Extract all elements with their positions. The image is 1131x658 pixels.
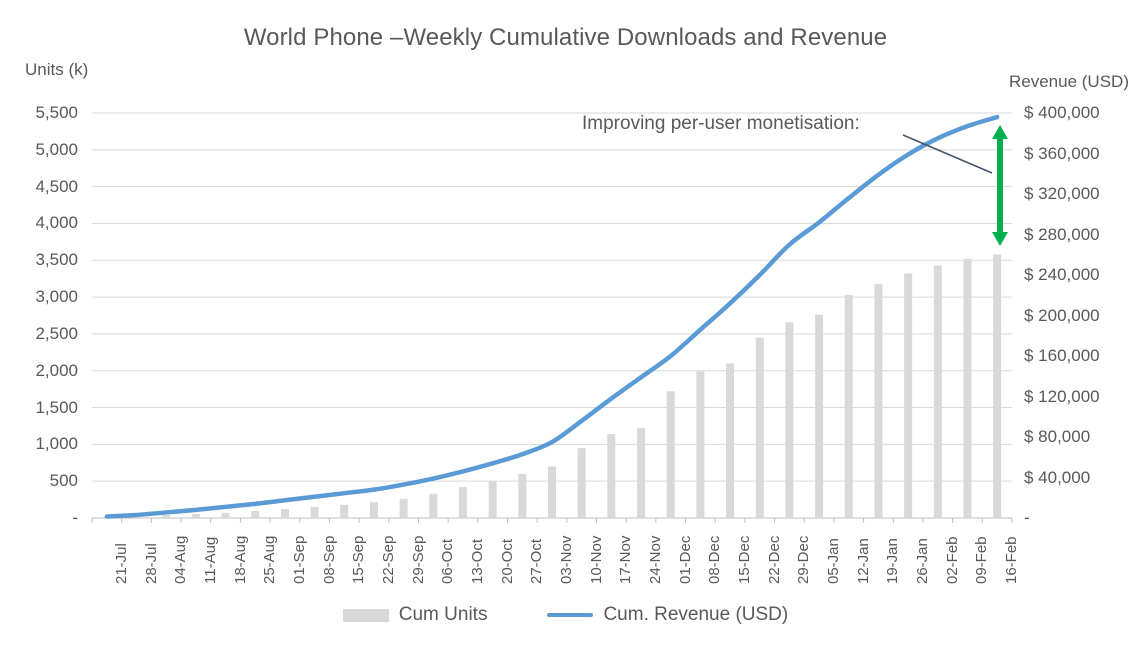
bar-cum-units bbox=[191, 513, 200, 518]
left-axis-tick-label: 5,000 bbox=[35, 139, 78, 159]
x-axis-tick-label: 27-Oct bbox=[528, 538, 546, 584]
x-axis-tick-label: 10-Nov bbox=[587, 535, 605, 584]
left-axis-tick-label: 1,000 bbox=[35, 434, 78, 454]
bar-cum-units bbox=[340, 504, 349, 518]
x-axis-tick-label: 19-Jan bbox=[884, 538, 902, 584]
bar-cum-units bbox=[874, 283, 883, 518]
left-axis-tick-label: 1,500 bbox=[35, 397, 78, 417]
bar-cum-units bbox=[696, 371, 705, 518]
left-axis-tick-label: 4,500 bbox=[35, 176, 78, 196]
x-axis-tick-label: 22-Sep bbox=[379, 535, 397, 584]
annotation-leader-line bbox=[902, 134, 993, 174]
x-axis-tick-label: 11-Aug bbox=[201, 536, 219, 584]
bar-cum-units bbox=[488, 481, 497, 518]
bar-cum-units bbox=[577, 448, 586, 518]
bar-swatch-icon bbox=[342, 608, 389, 622]
x-axis-tick-label: 18-Aug bbox=[231, 535, 249, 584]
bar-cum-units bbox=[518, 473, 527, 518]
x-axis-tick-label: 25-Aug bbox=[261, 535, 279, 584]
bar-cum-units bbox=[726, 363, 735, 518]
bar-cum-units bbox=[280, 509, 289, 518]
legend-item-cum-revenue[interactable]: Cum. Revenue (USD) bbox=[547, 604, 788, 626]
x-axis-tick-label: 15-Dec bbox=[736, 535, 754, 584]
legend-label-cum-units: Cum Units bbox=[398, 604, 488, 625]
x-axis-tick-label: 01-Dec bbox=[676, 535, 694, 584]
bar-cum-units bbox=[162, 515, 171, 518]
right-axis-tick-label: $ 80,000 bbox=[1024, 427, 1091, 446]
left-axis-tick-label: 5,500 bbox=[35, 103, 78, 122]
left-axis-tick-label: 3,000 bbox=[35, 287, 78, 307]
bar-cum-units bbox=[607, 434, 616, 518]
bar-cum-units bbox=[548, 466, 556, 518]
x-axis-tick-label: 28-Jul bbox=[142, 543, 160, 584]
right-axis-tick-label: $ 200,000 bbox=[1024, 305, 1100, 325]
x-axis-tick-label: 20-Oct bbox=[498, 538, 516, 584]
right-axis-tick-label: $ 280,000 bbox=[1024, 224, 1100, 244]
x-axis-tick-label: 08-Sep bbox=[320, 535, 338, 584]
x-axis-tick-label: 29-Sep bbox=[409, 535, 427, 584]
right-axis-tick-label: $ 160,000 bbox=[1024, 346, 1100, 365]
bar-cum-units bbox=[310, 506, 319, 518]
monetisation-gap-arrow-head-up bbox=[992, 125, 1008, 139]
x-axis-tick-label: 17-Nov bbox=[617, 535, 635, 584]
x-axis-tick-label: 29-Dec bbox=[795, 535, 813, 584]
bar-cum-units bbox=[904, 273, 913, 518]
left-axis-tick-label: 4,000 bbox=[35, 213, 78, 233]
x-axis-tick-label: 16-Feb bbox=[1003, 536, 1021, 584]
left-axis-tick-label: - bbox=[72, 508, 78, 527]
left-axis-tick-label: 2,000 bbox=[35, 360, 78, 380]
right-axis-tick-label: $ 360,000 bbox=[1024, 143, 1100, 163]
x-axis-tick-label: 24-Nov bbox=[647, 535, 665, 584]
bar-cum-units bbox=[221, 512, 230, 518]
right-axis-tick-label: $ 120,000 bbox=[1024, 386, 1100, 406]
x-axis-tick-label: 12-Jan bbox=[854, 538, 872, 584]
bar-cum-units bbox=[458, 487, 467, 518]
x-axis-tick-label: 01-Sep bbox=[290, 535, 308, 584]
bar-cum-units bbox=[429, 493, 438, 518]
x-axis-tick-label: 13-Oct bbox=[468, 538, 486, 584]
monetisation-gap-arrow-head-down bbox=[992, 232, 1008, 246]
legend-label-cum-revenue: Cum. Revenue (USD) bbox=[603, 604, 789, 625]
left-axis-tick-label: 500 bbox=[49, 471, 78, 491]
left-axis-tick-label: 3,500 bbox=[35, 250, 78, 270]
right-axis-tick-label: $ 400,000 bbox=[1024, 103, 1100, 122]
bar-cum-units bbox=[785, 322, 794, 518]
chart-container: World Phone –Weekly Cumulative Downloads… bbox=[0, 0, 1131, 658]
bar-cum-units bbox=[251, 511, 260, 518]
bar-cum-units bbox=[815, 314, 824, 518]
bar-cum-units bbox=[666, 391, 675, 518]
x-axis-tick-label: 22-Dec bbox=[765, 535, 783, 584]
x-axis-tick-label: 05-Jan bbox=[825, 538, 843, 584]
bar-cum-units bbox=[369, 502, 378, 518]
right-axis-tick-label: $ 240,000 bbox=[1024, 265, 1100, 284]
right-axis-tick-label: $ 320,000 bbox=[1024, 184, 1100, 203]
bar-cum-units bbox=[933, 265, 942, 518]
line-cum-revenue bbox=[104, 114, 1000, 519]
bar-cum-units bbox=[755, 337, 764, 518]
bar-cum-units bbox=[993, 254, 1002, 518]
x-axis-tick-label: 26-Jan bbox=[914, 538, 932, 584]
right-axis-tick-label: $ 40,000 bbox=[1024, 467, 1091, 487]
x-axis-tick-label: 15-Sep bbox=[350, 535, 368, 584]
chart-legend: Cum Units Cum. Revenue (USD) bbox=[0, 604, 1131, 626]
bar-cum-units bbox=[399, 498, 408, 518]
x-axis-tick-label: 03-Nov bbox=[558, 535, 575, 584]
right-axis-tick-label: - bbox=[1024, 508, 1030, 527]
legend-item-cum-units[interactable]: Cum Units bbox=[342, 604, 488, 626]
bar-cum-units bbox=[844, 294, 853, 518]
bar-cum-units bbox=[637, 428, 646, 518]
x-axis-tick-label: 09-Feb bbox=[973, 536, 991, 584]
x-axis-tick-label: 21-Jul bbox=[112, 543, 130, 584]
x-axis-tick-label: 08-Dec bbox=[706, 535, 724, 584]
bar-cum-units bbox=[963, 258, 972, 518]
left-axis-tick-label: 2,500 bbox=[35, 323, 78, 343]
x-axis-tick-label: 06-Oct bbox=[439, 538, 457, 584]
annotation-improving-monetisation: Improving per-user monetisation: bbox=[582, 113, 860, 134]
x-axis-tick-label: 04-Aug bbox=[172, 535, 190, 584]
x-axis-tick-label: 02-Feb bbox=[943, 536, 961, 584]
line-swatch-icon bbox=[547, 613, 594, 617]
